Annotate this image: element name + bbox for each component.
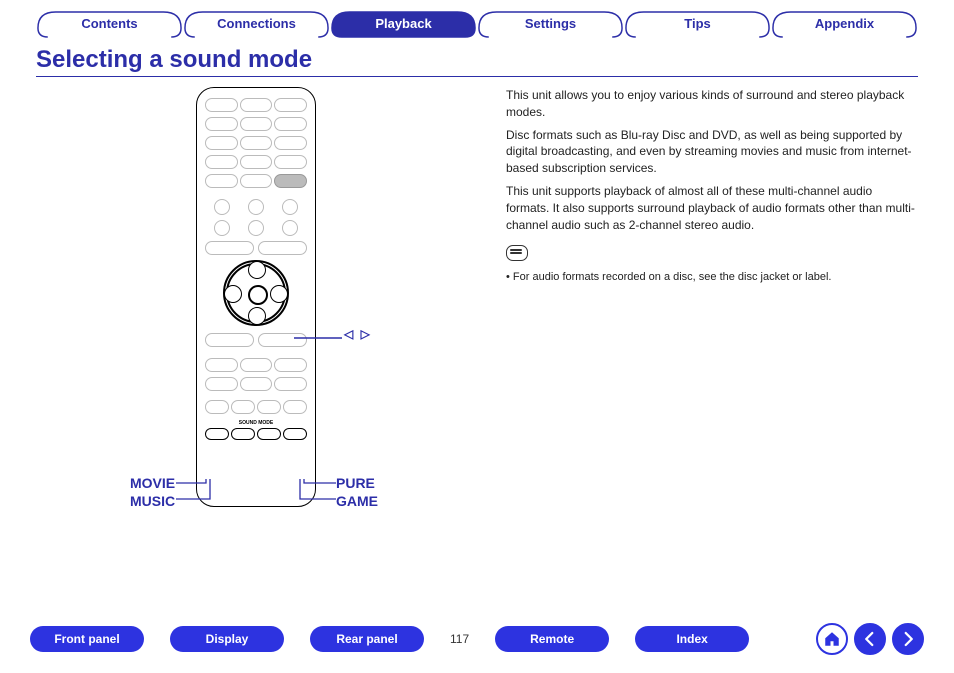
remote-diagram: SOUND MODE ◁ ▷ MOVIE MUSIC PURE GAME (36, 87, 476, 547)
home-icon[interactable] (816, 623, 848, 655)
body-para-1: This unit allows you to enjoy various ki… (506, 87, 918, 121)
tab-label: Appendix (815, 16, 874, 31)
game-callout: GAME (336, 493, 378, 509)
body-para-3: This unit supports playback of almost al… (506, 183, 918, 233)
tab-tips[interactable]: Tips (624, 10, 771, 38)
music-button (231, 428, 255, 440)
top-nav-tabs: Contents Connections Playback Settings T… (36, 10, 918, 38)
tab-settings[interactable]: Settings (477, 10, 624, 38)
movie-callout: MOVIE (130, 475, 175, 491)
tab-playback[interactable]: Playback (330, 10, 477, 38)
dpad (226, 263, 286, 323)
sound-mode-label: SOUND MODE (205, 420, 307, 426)
tab-label: Playback (375, 16, 431, 31)
body-para-2: Disc formats such as Blu-ray Disc and DV… (506, 127, 918, 177)
game-button (257, 428, 281, 440)
display-button[interactable]: Display (170, 626, 284, 652)
note-icon (506, 245, 528, 261)
page-title: Selecting a sound mode (36, 46, 918, 74)
pure-button (283, 428, 307, 440)
tab-label: Settings (525, 16, 576, 31)
note-text: • For audio formats recorded on a disc, … (506, 270, 918, 285)
arrows-callout: ◁ ▷ (344, 327, 372, 341)
tab-connections[interactable]: Connections (183, 10, 330, 38)
remote-outline: SOUND MODE (196, 87, 316, 507)
body-text: This unit allows you to enjoy various ki… (506, 87, 918, 547)
tab-label: Contents (81, 16, 137, 31)
music-callout: MUSIC (130, 493, 175, 509)
page-number: 117 (450, 632, 469, 646)
remote-button[interactable]: Remote (495, 626, 609, 652)
prev-page-icon[interactable] (854, 623, 886, 655)
index-button[interactable]: Index (635, 626, 749, 652)
tab-label: Tips (684, 16, 711, 31)
tab-label: Connections (217, 16, 296, 31)
movie-button (205, 428, 229, 440)
next-page-icon[interactable] (892, 623, 924, 655)
pure-callout: PURE (336, 475, 375, 491)
tab-appendix[interactable]: Appendix (771, 10, 918, 38)
front-panel-button[interactable]: Front panel (30, 626, 144, 652)
tab-contents[interactable]: Contents (36, 10, 183, 38)
footer-bar: Front panel Display Rear panel 117 Remot… (30, 623, 924, 655)
title-underline (36, 76, 918, 77)
rear-panel-button[interactable]: Rear panel (310, 626, 424, 652)
